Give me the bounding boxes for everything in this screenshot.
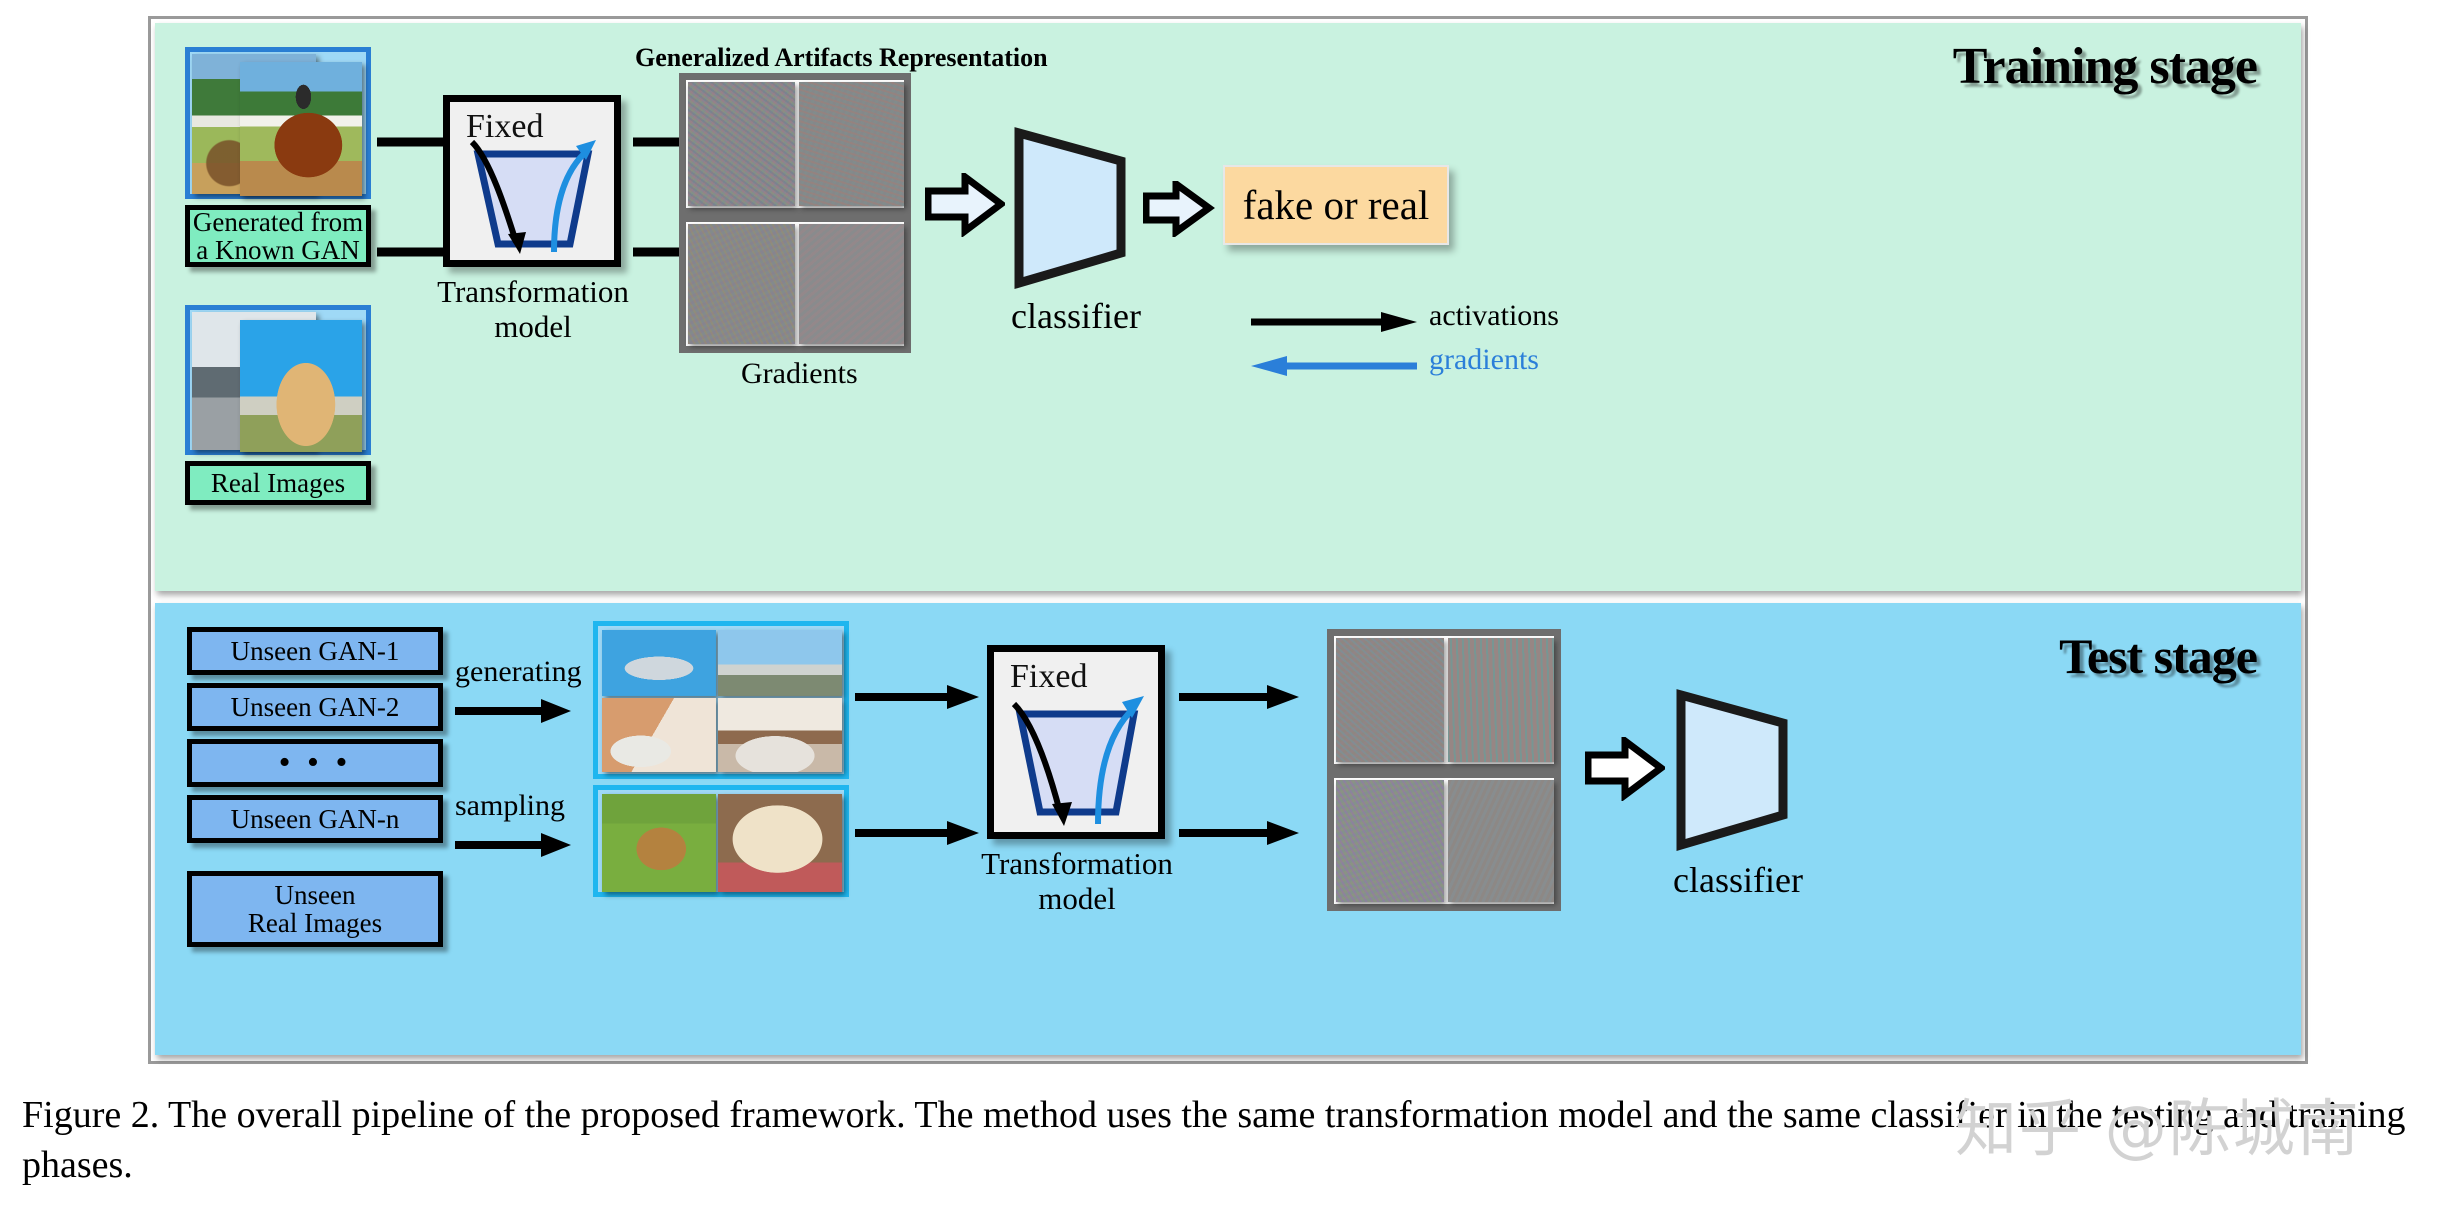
classifier-shape-training: [1014, 127, 1126, 290]
test-artifacts-frame-bottom: [1327, 771, 1561, 911]
unseen-gan-ellipsis-box: • • •: [187, 739, 443, 787]
transform-caption-line2-training: model: [494, 308, 572, 344]
transformation-model-caption-test: Transformation model: [975, 846, 1179, 916]
transform-caption-line2-test: model: [1038, 880, 1116, 916]
training-stage-panel: Training stage Generated from a Known GA…: [155, 23, 2301, 591]
test-artifacts-frame-top: [1327, 629, 1561, 771]
arrow-transform-to-noise-top-test: [1179, 685, 1299, 709]
arrow-generated-samples-to-transform: [855, 685, 979, 709]
arrow-real-samples-to-transform: [855, 821, 979, 845]
generated-from-gan-label: Generated from a Known GAN: [185, 205, 371, 267]
gar-noise-tile-2: [799, 82, 904, 206]
real-images-frame: [185, 305, 371, 455]
sample-image-airport: [718, 630, 842, 696]
classifier-shape-test: [1676, 689, 1788, 852]
classifier-label-training: classifier: [1011, 296, 1141, 336]
legend-label-gradients: gradients: [1429, 343, 1539, 376]
block-arrow-to-output-training: [1143, 181, 1215, 237]
gradients-arrow-icon: [1251, 356, 1417, 376]
sample-image-rabbit: [602, 794, 716, 892]
real-samples-frame: [593, 785, 849, 897]
transformation-model-caption-training: Transformation model: [431, 274, 635, 344]
arrow-sampling: [455, 833, 571, 857]
arrow-transform-to-noise-bottom-test: [1179, 821, 1299, 845]
legend-label-activations: activations: [1429, 299, 1559, 332]
transform-caption-line1-training: Transformation: [437, 274, 629, 309]
sample-image-bedroom: [718, 698, 842, 772]
generated-image-front: [240, 62, 362, 196]
real-images-label-text: Real Images: [210, 467, 346, 498]
sample-image-airplane: [602, 630, 716, 696]
generated-label-line2: a Known GAN: [196, 235, 360, 265]
sample-image-dog: [718, 794, 842, 892]
unseen-gan-n-box: Unseen GAN-n: [187, 795, 443, 843]
block-arrow-to-classifier-test: [1585, 737, 1665, 801]
test-noise-tile-1: [1336, 638, 1444, 762]
unseen-real-images-line1: Unseen: [274, 879, 356, 910]
figure-container: Training stage Generated from a Known GA…: [148, 16, 2308, 1064]
unseen-gan-1-box: Unseen GAN-1: [187, 627, 443, 675]
generated-images-frame: [185, 47, 371, 199]
transform-caption-line1-test: Transformation: [981, 846, 1173, 881]
sample-image-bathroom: [602, 698, 716, 772]
sampling-label: sampling: [455, 789, 565, 822]
real-images-label: Real Images: [185, 461, 371, 505]
activations-arrow-icon: [1251, 312, 1417, 332]
test-noise-tile-4: [1448, 780, 1554, 902]
gar-noise-tile-1: [688, 82, 795, 206]
generated-label-line1: Generated from: [192, 206, 364, 237]
gradients-label: Gradients: [741, 357, 858, 390]
gar-noise-frame-top: [679, 73, 911, 215]
gradients-noise-tile-1: [688, 224, 795, 344]
arrow-generating: [455, 699, 571, 723]
gradients-noise-tile-2: [799, 224, 904, 344]
transformation-model-diagram-test: [1011, 696, 1144, 826]
test-noise-tile-2: [1448, 638, 1554, 762]
block-arrow-to-classifier-training: [925, 173, 1005, 237]
transformation-model-diagram-training: [469, 139, 596, 254]
unseen-gan-1-label: Unseen GAN-1: [230, 635, 400, 666]
transformation-model-box-training: Fixed: [443, 95, 621, 267]
unseen-real-images-line2: Real Images: [247, 908, 383, 938]
generated-samples-frame: [593, 621, 849, 779]
test-noise-tile-3: [1336, 780, 1444, 902]
generating-label: generating: [455, 655, 582, 688]
output-fake-or-real: fake or real: [1223, 165, 1449, 245]
unseen-gan-2-box: Unseen GAN-2: [187, 683, 443, 731]
unseen-gan-ellipsis-label: • • •: [278, 744, 352, 782]
output-label-text: fake or real: [1242, 182, 1430, 228]
test-stage-title: Test stage: [2059, 628, 2258, 684]
classifier-label-test: classifier: [1673, 860, 1803, 900]
generalized-artifacts-representation-title: Generalized Artifacts Representation: [635, 43, 1048, 72]
real-image-front: [240, 320, 362, 452]
watermark: 知乎 @陈城南: [1955, 1092, 2361, 1165]
test-stage-panel: Test stage Unseen GAN-1 Unseen GAN-2 • •…: [155, 603, 2301, 1055]
training-stage-title: Training stage: [1952, 38, 2258, 95]
unseen-gan-n-label: Unseen GAN-n: [230, 803, 400, 834]
gradients-noise-frame: [679, 215, 911, 353]
unseen-real-images-box: Unseen Real Images: [187, 871, 443, 947]
transformation-model-box-test: Fixed: [987, 645, 1165, 839]
unseen-gan-2-label: Unseen GAN-2: [230, 691, 400, 722]
